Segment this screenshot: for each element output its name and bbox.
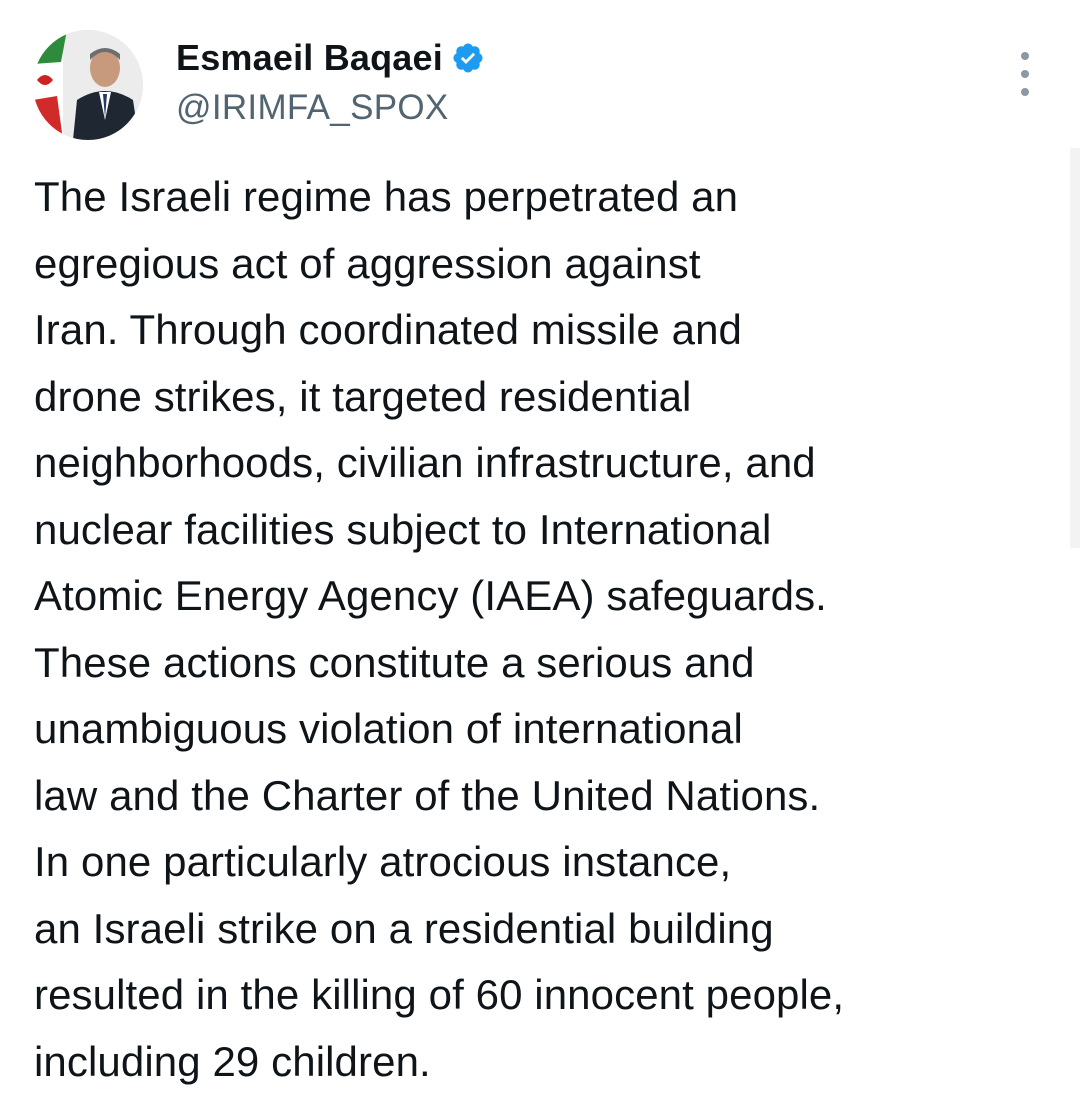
tweet-text-line: In one particularly atrocious instance, <box>34 838 732 885</box>
author-handle[interactable]: @IRIMFA_SPOX <box>176 88 485 128</box>
tweet-text-line: These actions constitute a serious and <box>34 638 755 686</box>
tweet-text-line: Atomic Energy Agency (IAEA) safeguards. <box>34 572 827 619</box>
more-vertical-icon-dot <box>1021 88 1029 96</box>
tweet-text-line: The Israeli regime has perpetrated an <box>34 173 739 220</box>
edge-divider <box>1070 148 1080 548</box>
more-vertical-icon-dot <box>1021 70 1029 78</box>
tweet-text-line: including 29 children. <box>34 1037 431 1085</box>
tweet-text-line: drone strikes, it targeted residential <box>34 372 692 420</box>
author-display-name[interactable]: Esmaeil Baqaei <box>176 37 443 79</box>
tweet-text: The Israeli regime has perpetrated an eg… <box>34 164 1064 1095</box>
more-vertical-icon <box>1021 52 1029 60</box>
avatar-photo-icon <box>33 30 143 140</box>
tweet-text-line: nuclear facilities subject to Internatio… <box>34 505 772 553</box>
tweet-text-line: resulted in the killing of 60 innocent p… <box>34 971 845 1018</box>
tweet-card: Esmaeil Baqaei @IRIMFA_SPOX The Israeli … <box>0 0 1080 1098</box>
tweet-text-line: unambiguous violation of international <box>34 705 743 752</box>
tweet-text-line: an Israeli strike on a residential build… <box>34 904 774 952</box>
more-options-button[interactable] <box>1005 52 1045 96</box>
author-info: Esmaeil Baqaei @IRIMFA_SPOX <box>176 36 485 128</box>
verified-badge-icon <box>451 41 485 75</box>
author-name-row: Esmaeil Baqaei <box>176 36 485 80</box>
tweet-text-line: neighborhoods, civilian infrastructure, … <box>34 439 816 486</box>
tweet-text-line: Iran. Through coordinated missile and <box>34 306 742 353</box>
tweet-text-line: egregious act of aggression against <box>34 239 701 287</box>
author-avatar[interactable] <box>33 30 143 140</box>
tweet-text-line: law and the Charter of the United Nation… <box>34 771 821 819</box>
